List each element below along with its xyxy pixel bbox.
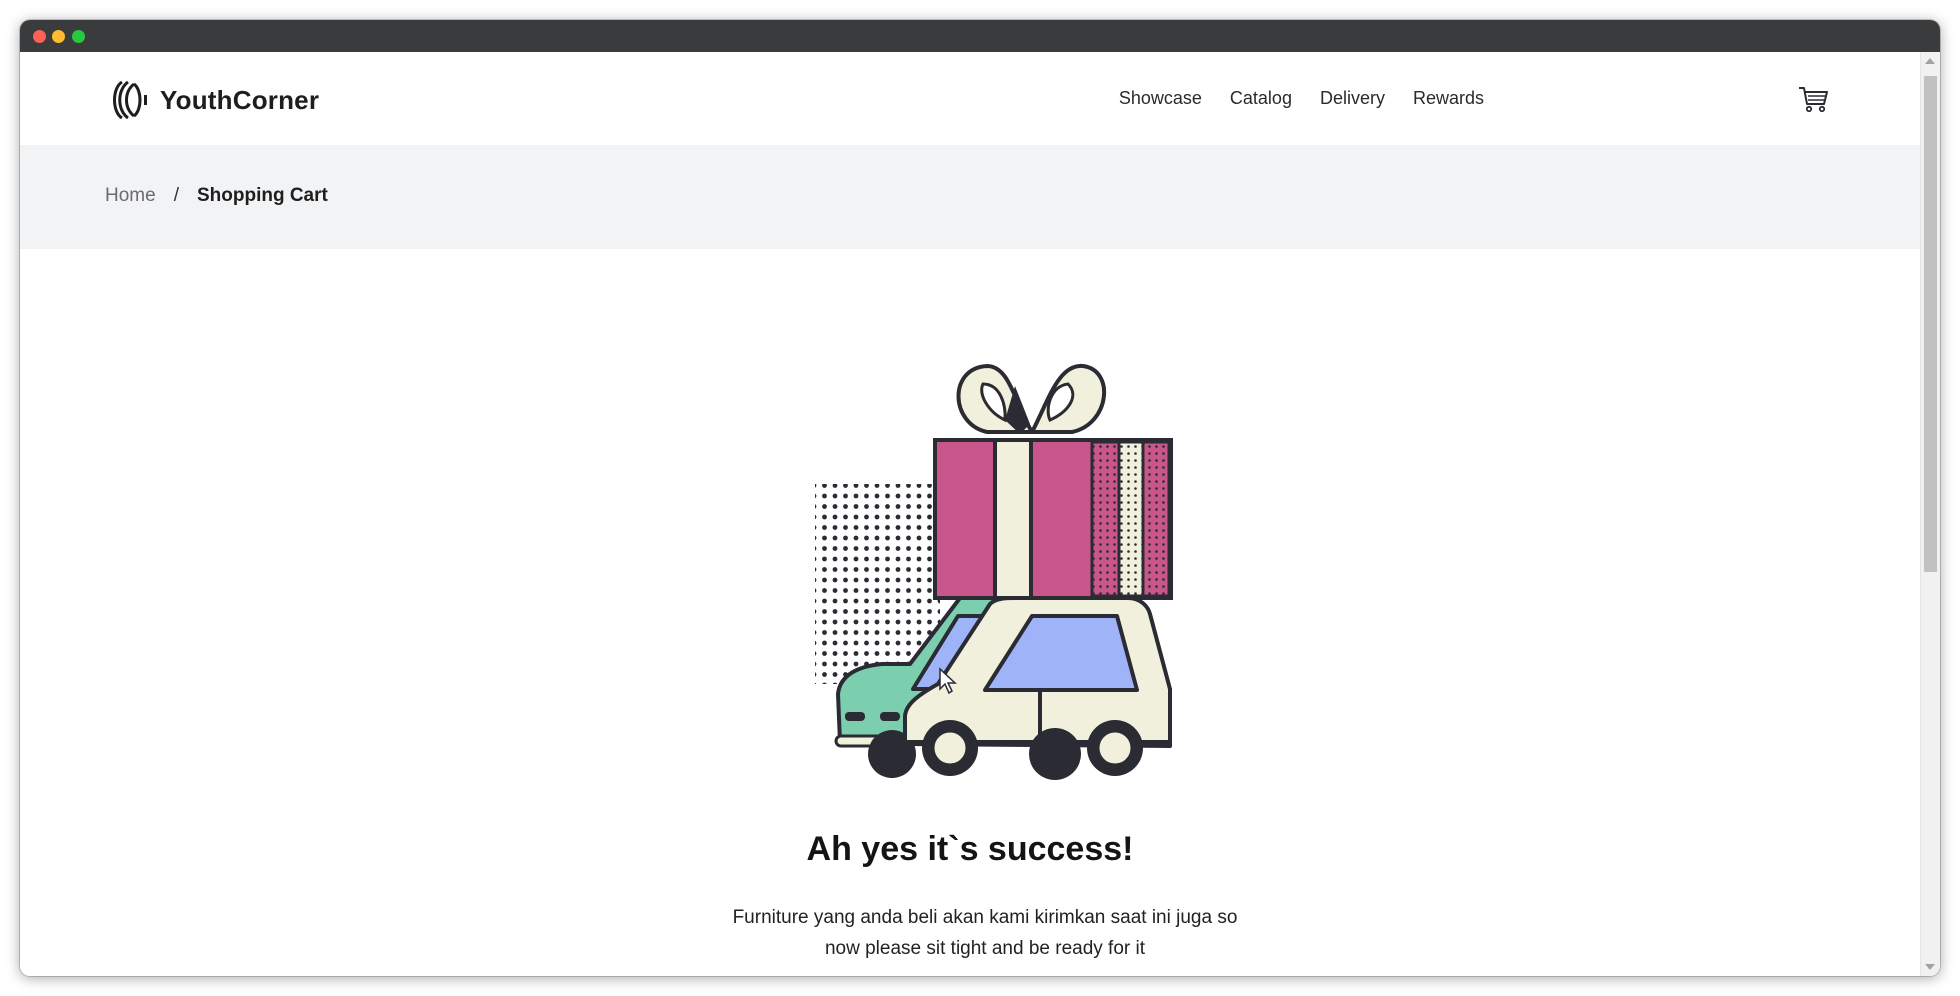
brand-name: YouthCorner: [160, 84, 320, 115]
breadcrumb: Home / Shopping Cart: [20, 145, 1920, 249]
gift-car-illustration: [815, 364, 1173, 780]
success-description-line-1: Furniture yang anda beli akan kami kirim…: [732, 907, 1238, 928]
success-title: Ah yes it`s success!: [806, 830, 1134, 868]
site-header: YouthCorner Showcase Catalog Delivery Re…: [20, 52, 1920, 145]
shopping-cart-icon[interactable]: [1797, 82, 1829, 114]
page-viewport: YouthCorner Showcase Catalog Delivery Re…: [20, 52, 1920, 976]
maximize-window-button[interactable]: [72, 30, 85, 43]
success-description: Furniture yang anda beli akan kami kirim…: [705, 902, 1265, 964]
browser-window: YouthCorner Showcase Catalog Delivery Re…: [20, 20, 1940, 976]
scroll-down-arrow-icon[interactable]: [1925, 964, 1935, 970]
breadcrumb-current: Shopping Cart: [196, 185, 328, 206]
nav-showcase[interactable]: Showcase: [1119, 88, 1202, 109]
scroll-up-arrow-icon[interactable]: [1925, 58, 1935, 64]
breadcrumb-separator: /: [173, 185, 179, 206]
vertical-scrollbar[interactable]: [1920, 52, 1940, 976]
window-titlebar: [20, 20, 1940, 52]
nav-catalog[interactable]: Catalog: [1230, 88, 1292, 109]
success-description-line-2: now please sit tight and be ready for it: [824, 938, 1146, 959]
brand-link[interactable]: YouthCorner: [108, 78, 319, 122]
nav-rewards[interactable]: Rewards: [1413, 88, 1484, 109]
minimize-window-button[interactable]: [52, 30, 65, 43]
close-window-button[interactable]: [33, 30, 46, 43]
scrollbar-thumb[interactable]: [1924, 76, 1937, 572]
main-nav: Showcase Catalog Delivery Rewards: [1119, 88, 1484, 109]
breadcrumb-home-link[interactable]: Home: [105, 185, 156, 207]
brand-logo-icon: [113, 80, 147, 120]
nav-delivery[interactable]: Delivery: [1320, 88, 1385, 109]
